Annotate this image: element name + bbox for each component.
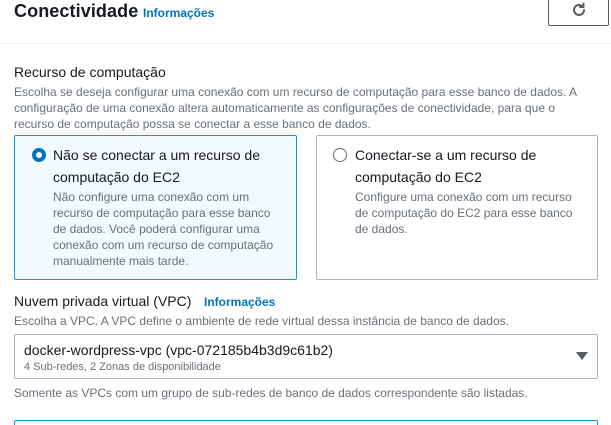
vpc-hint: Somente as VPCs com um grupo de sub-rede… (14, 386, 528, 400)
next-field[interactable] (14, 420, 598, 425)
compute-resource-description: Escolha se deseja configurar uma conexão… (14, 85, 577, 131)
radio-unselected[interactable] (333, 148, 347, 162)
option-connect-ec2-tile[interactable]: Conectar-se a um recurso de computação d… (316, 135, 598, 280)
section-title: Conectividade (14, 1, 139, 21)
option-title-line1: Conectar-se a um recurso de (355, 147, 537, 163)
vpc-info-link[interactable]: Informações (204, 295, 275, 309)
caret-down-icon (576, 352, 588, 360)
option-no-connect-tile[interactable]: Não se conectar a um recurso de computaç… (14, 135, 297, 280)
option-desc-line2: de computação do EC2 para esse banco (355, 206, 573, 220)
vpc-description: Escolha a VPC. A VPC define o ambiente d… (14, 314, 509, 328)
option-desc-line1: Configure uma conexão com um recurso (355, 190, 572, 204)
option-title-line1: Não se conectar a um recurso de (53, 147, 260, 163)
refresh-button[interactable] (548, 0, 609, 26)
option-title-line2: computação do EC2 (53, 169, 180, 185)
radio-selected[interactable] (32, 148, 46, 162)
compute-resource-label: Recurso de computação (14, 64, 166, 80)
option-title-line2: computação do EC2 (355, 169, 482, 185)
option-desc-line1: Não configure uma conexão com um (53, 190, 250, 204)
vpc-select[interactable]: docker-wordpress-vpc (vpc-072185b4b3d9c6… (14, 334, 598, 379)
section-header: Conectividade Informações (0, 0, 611, 44)
option-desc-line3: de dados. (355, 222, 408, 236)
option-desc-line2: recurso de computação para esse banco (53, 206, 271, 220)
info-link[interactable]: Informações (143, 6, 214, 20)
option-desc-line5: manualmente mais tarde. (53, 254, 189, 268)
vpc-selected-value: docker-wordpress-vpc (vpc-072185b4b3d9c6… (24, 342, 333, 358)
refresh-icon (572, 2, 585, 16)
vpc-selected-subtext: 4 Sub-redes, 2 Zonas de disponibilidade (24, 361, 221, 373)
option-desc-line4: conexão com um recurso de computação (53, 238, 274, 252)
option-desc-line3: de dados. Você poderá configurar uma (53, 222, 260, 236)
vpc-label: Nuvem privada virtual (VPC) (14, 293, 192, 309)
